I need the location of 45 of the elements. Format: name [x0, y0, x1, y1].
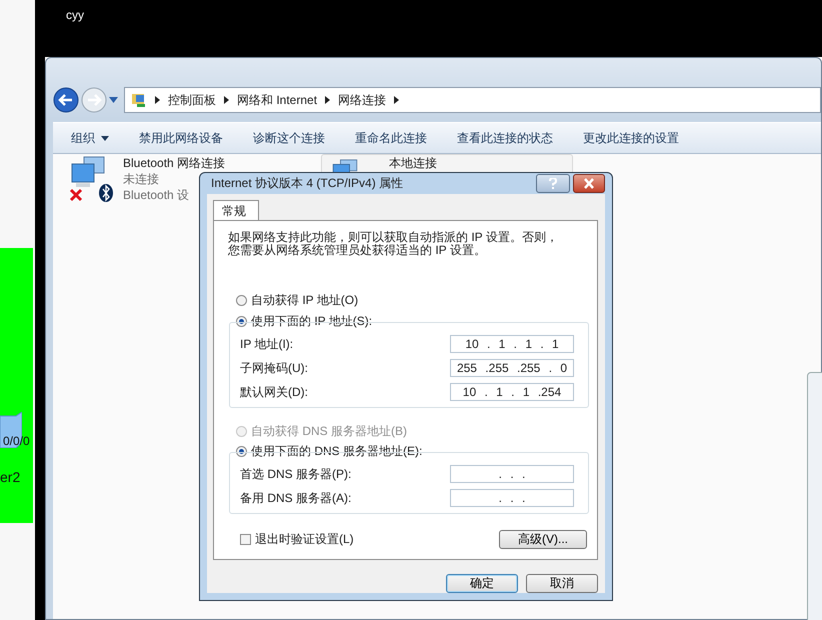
checkbox[interactable]: 退出时验证设置(L) — [240, 531, 354, 548]
dialog-button[interactable]: 取消 — [526, 574, 598, 593]
help-icon — [547, 178, 559, 189]
user-label: cyy — [66, 8, 84, 22]
toolbar-button[interactable]: 重命名此连接 — [345, 126, 437, 150]
caret-icon[interactable] — [109, 97, 118, 103]
close-button[interactable] — [573, 174, 605, 193]
close-icon — [583, 178, 595, 189]
toolbar-button[interactable]: 查看此连接的状态 — [447, 126, 563, 150]
advanced-button[interactable]: 高级(V)... — [499, 530, 587, 549]
connection-name: 本地连接 — [388, 155, 437, 170]
device-label: er2 — [0, 469, 20, 485]
network-folder-icon — [131, 92, 147, 108]
field-label: 备用 DNS 服务器(A): — [240, 490, 352, 506]
caret-icon — [101, 136, 109, 140]
toolbar-button[interactable]: 诊断这个连接 — [243, 126, 335, 150]
field-label: 默认网关(D): — [240, 384, 308, 400]
breadcrumb-item[interactable]: 网络连接 — [338, 92, 386, 108]
toolbar-button[interactable]: 禁用此网络设备 — [129, 126, 233, 150]
field-label: 首选 DNS 服务器(P): — [240, 466, 352, 482]
dialog-button[interactable]: 确定 — [446, 574, 518, 593]
ip-field[interactable]: 10 . 1 . 1 . 1 — [450, 335, 574, 353]
chevron-icon — [224, 96, 229, 104]
chevron-icon — [155, 96, 160, 104]
address-bar[interactable]: 控制面板 网络和 Internet 网络连接 — [124, 87, 821, 113]
ip-field[interactable]: . . . — [450, 465, 574, 483]
field-label: 子网掩码(U): — [240, 360, 308, 376]
ip-field[interactable]: . . . — [450, 489, 574, 507]
description-text: 如果网络支持此功能，则可以获取自动指派的 IP 设置。否则， 您需要从网络系统管理员处获得适当的 IP 设置。 — [228, 231, 559, 259]
breadcrumb-item[interactable]: 网络和 Internet — [237, 92, 318, 108]
connection-name[interactable]: Bluetooth 网络连接 — [123, 156, 226, 170]
toolbar-button[interactable]: 组织 — [61, 126, 119, 150]
ip-field[interactable]: 10 . 1 . 1 .254 — [450, 383, 574, 401]
chevron-icon — [394, 96, 400, 104]
help-button[interactable] — [536, 174, 570, 193]
field-label: IP 地址(I): — [240, 336, 294, 352]
breadcrumb-item[interactable]: 控制面板 — [168, 92, 216, 108]
toolbar-button[interactable]: 更改此连接的设置 — [573, 126, 689, 150]
chevron-icon — [325, 96, 330, 104]
dialog-title: Internet 协议版本 4 (TCP/IPv4) 属性 — [210, 175, 404, 192]
ip-field[interactable]: 255 .255 .255 . 0 — [450, 359, 574, 377]
tab[interactable]: 常规 — [213, 200, 259, 221]
radio-button[interactable]: 自动获得 IP 地址(O) — [236, 291, 589, 309]
back-icon[interactable] — [53, 87, 79, 113]
connection-device: Bluetooth 设 — [123, 188, 190, 202]
